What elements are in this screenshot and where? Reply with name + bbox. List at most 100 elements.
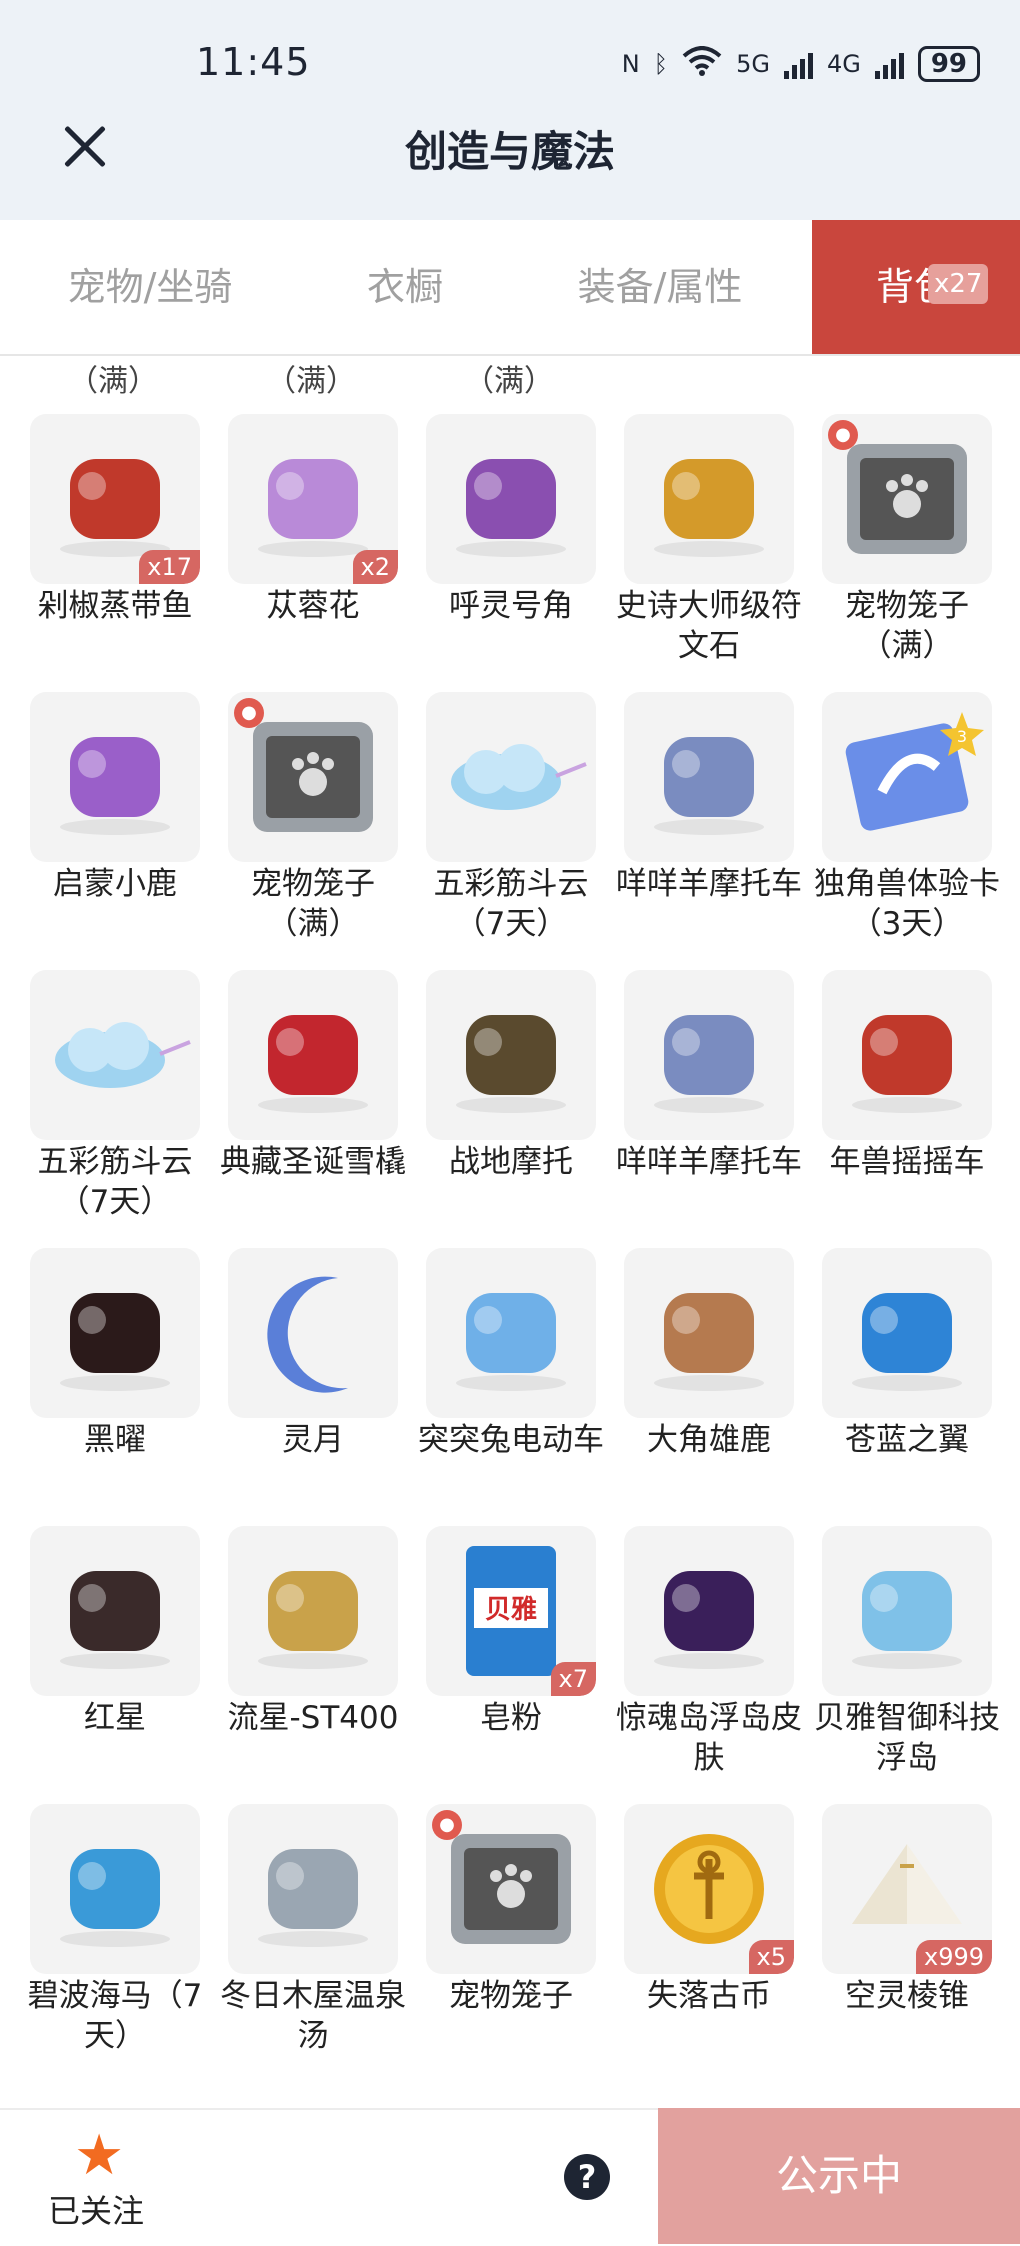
item-name: 失落古币	[647, 1978, 771, 2014]
item-name: 启蒙小鹿	[53, 866, 177, 902]
item-name: 咩咩羊摩托车	[616, 1144, 802, 1180]
item-quantity: x2	[352, 550, 398, 584]
stag-icon	[624, 1248, 794, 1418]
item-quantity: x5	[748, 1940, 794, 1974]
item-quantity: x7	[550, 1662, 596, 1696]
item-thumbnail: ●	[228, 692, 398, 862]
item-thumbnail	[426, 1248, 596, 1418]
svg-text:3: 3	[957, 727, 967, 746]
item-name: 史诗大师级符文石	[616, 588, 802, 664]
item-card[interactable]: ● 宠物笼子	[396, 1804, 596, 2076]
item-card[interactable]: x5 失落古币	[594, 1804, 794, 2076]
follow-label[interactable]: 已关注	[48, 2186, 144, 2232]
item-card[interactable]: 灵月	[198, 1248, 398, 1524]
publish-status-button[interactable]: 公示中	[658, 2108, 1020, 2244]
item-card[interactable]: 年兽摇摇车	[792, 970, 992, 1246]
item-card[interactable]: 五彩筋斗云（7天）	[396, 692, 596, 968]
item-thumbnail	[426, 970, 596, 1140]
car-icon	[30, 1248, 200, 1418]
item-card[interactable]: 黑曜	[0, 1248, 200, 1524]
item-card[interactable]: 大角雄鹿	[594, 1248, 794, 1524]
item-card[interactable]: x17 剁椒蒸带鱼	[0, 414, 200, 690]
item-name: 黑曜	[84, 1422, 146, 1458]
tab-wardrobe[interactable]: 衣橱	[330, 220, 480, 354]
signal-icon-2	[874, 49, 904, 79]
item-card[interactable]: 史诗大师级符文石	[594, 414, 802, 690]
item-card[interactable]: 启蒙小鹿	[0, 692, 200, 968]
item-name: 典藏圣诞雪橇	[220, 1144, 406, 1180]
item-thumbnail	[822, 970, 992, 1140]
item-thumbnail: x2	[228, 414, 398, 584]
item-card[interactable]: 突突兔电动车	[396, 1248, 604, 1524]
bluetooth-icon: ᛒ	[653, 50, 669, 78]
item-card[interactable]: 惊魂岛浮岛皮肤	[594, 1526, 802, 1802]
motorcycle-icon	[426, 970, 596, 1140]
scooter-icon	[624, 692, 794, 862]
rocking-car-icon	[822, 970, 992, 1140]
hoverbike-icon	[228, 1526, 398, 1696]
tab-pets-mounts[interactable]: 宠物/坐骑	[40, 220, 260, 354]
header-area: 11:45 N ᛒ 5G 4G 99 创造与魔法	[0, 0, 1020, 220]
nfc-icon: N	[621, 50, 640, 78]
item-name: 独角兽体验卡（3天）	[814, 866, 1000, 942]
item-name: 大角雄鹿	[647, 1422, 771, 1458]
item-card[interactable]: 呼灵号角	[396, 414, 596, 690]
paw-badge-icon: ●	[234, 698, 264, 728]
item-name: 宠物笼子（满）	[251, 866, 375, 942]
seahorse-icon	[30, 1804, 200, 1974]
item-card[interactable]: x2 苁蓉花	[198, 414, 398, 690]
item-name: 五彩筋斗云（7天）	[37, 1144, 193, 1220]
item-thumbnail	[30, 970, 200, 1140]
network-4g-label: 4G	[826, 50, 861, 78]
item-thumbnail	[30, 1248, 200, 1418]
item-card[interactable]: 五彩筋斗云（7天）	[0, 970, 200, 1246]
item-thumbnail	[624, 414, 794, 584]
item-thumbnail: x5	[624, 1804, 794, 1974]
item-thumbnail: ●	[426, 1804, 596, 1974]
status-icons: N ᛒ 5G 4G 99	[622, 46, 980, 82]
tab-equipment[interactable]: 装备/属性	[560, 220, 760, 354]
unicorn-card-icon: 3	[822, 692, 992, 862]
item-card[interactable]: x999 空灵棱锥	[792, 1804, 992, 2076]
battery-icon: 99	[917, 46, 980, 82]
item-thumbnail	[426, 414, 596, 584]
tab-backpack-count: x27	[928, 264, 989, 304]
item-quantity: x999	[915, 1940, 992, 1974]
dome-island-icon	[822, 1526, 992, 1696]
sleigh-icon	[228, 970, 398, 1140]
item-card[interactable]: 贝雅智御科技浮岛	[792, 1526, 1000, 1802]
item-card[interactable]: 贝雅 x7 皂粉	[396, 1526, 596, 1802]
item-card[interactable]: ● 宠物笼子（满）	[792, 414, 992, 690]
help-button[interactable]: ?	[564, 2154, 610, 2200]
tab-backpack[interactable]: 背包	[812, 220, 1020, 354]
item-card[interactable]: ● 宠物笼子（满）	[198, 692, 398, 968]
wifi-icon	[682, 46, 722, 82]
item-card[interactable]: 流星-ST400	[198, 1526, 398, 1802]
item-card[interactable]: 咩咩羊摩托车	[594, 970, 802, 1246]
paw-badge-icon: ●	[828, 420, 858, 450]
item-thumbnail: 3	[822, 692, 992, 862]
item-card[interactable]: 咩咩羊摩托车	[594, 692, 802, 968]
item-card[interactable]: 典藏圣诞雪橇	[198, 970, 406, 1246]
item-card[interactable]: 冬日木屋温泉汤	[198, 1804, 406, 2076]
floating-island-icon	[624, 1526, 794, 1696]
partial-label: （满）	[266, 364, 356, 399]
item-thumbnail	[228, 1804, 398, 1974]
horn-icon	[426, 414, 596, 584]
item-thumbnail	[228, 970, 398, 1140]
item-card[interactable]: 苍蓝之翼	[792, 1248, 992, 1524]
item-name: 咩咩羊摩托车	[616, 866, 802, 902]
item-thumbnail	[30, 692, 200, 862]
item-name: 冬日木屋温泉汤	[220, 1978, 406, 2054]
item-card[interactable]: 红星	[0, 1526, 200, 1802]
item-name: 惊魂岛浮岛皮肤	[616, 1700, 802, 1776]
item-name: 呼灵号角	[449, 588, 573, 624]
tab-bar: 宠物/坐骑 衣橱 装备/属性 背包 x27	[0, 220, 1020, 356]
item-card[interactable]: 3 独角兽体验卡（3天）	[792, 692, 1000, 968]
item-card[interactable]: 战地摩托	[396, 970, 596, 1246]
status-time: 11:45	[196, 40, 311, 84]
item-card[interactable]: 碧波海马（7天）	[0, 1804, 202, 2076]
star-icon[interactable]: ★	[74, 2128, 124, 2184]
item-name: 碧波海马（7天）	[27, 1978, 203, 2054]
blue-wing-icon	[822, 1248, 992, 1418]
